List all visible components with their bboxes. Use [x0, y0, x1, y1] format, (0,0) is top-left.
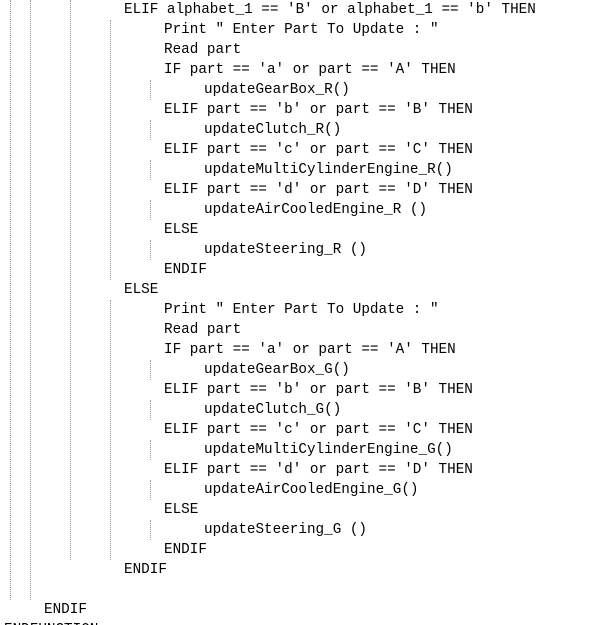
code-line: ELIF alphabet_1 == 'B' or alphabet_1 == …: [124, 2, 536, 18]
code-line: ENDFUNCTION: [4, 620, 98, 625]
indent-guide: [150, 80, 151, 100]
indent-guide: [150, 120, 151, 140]
indent-guide: [70, 0, 71, 560]
code-line: ENDIF: [164, 542, 207, 558]
code-line: ELIF part == 'c' or part == 'C' THEN: [164, 422, 473, 438]
code-line: ELSE: [164, 222, 199, 238]
code-line: IF part == 'a' or part == 'A' THEN: [164, 62, 456, 78]
indent-guide: [10, 0, 11, 600]
code-line: ELIF part == 'd' or part == 'D' THEN: [164, 182, 473, 198]
code-line: ELSE: [124, 282, 159, 298]
code-line: ELIF part == 'b' or part == 'B' THEN: [164, 382, 473, 398]
indent-guide: [30, 0, 31, 600]
indent-guide: [150, 440, 151, 460]
indent-guide: [150, 480, 151, 500]
indent-guide: [150, 520, 151, 540]
indent-guide: [150, 400, 151, 420]
code-line: ENDIF: [124, 562, 167, 578]
indent-guide: [150, 240, 151, 260]
code-line: updateSteering_R (): [204, 242, 368, 258]
code-line: updateGearBox_G(): [204, 362, 350, 378]
code-line: ENDIF: [164, 262, 207, 278]
code-line: ELSE: [164, 502, 199, 518]
code-line: updateSteering_G (): [204, 522, 368, 538]
code-line: updateAirCooledEngine_G(): [204, 482, 419, 498]
indent-guide: [150, 200, 151, 220]
code-line: Print " Enter Part To Update : ": [164, 302, 439, 318]
code-line: Read part: [164, 322, 242, 338]
indent-guide: [110, 300, 111, 560]
indent-guide: [110, 20, 111, 280]
code-editor[interactable]: ELIF alphabet_1 == 'B' or alphabet_1 == …: [0, 0, 606, 625]
code-line: updateAirCooledEngine_R (): [204, 202, 428, 218]
code-line: IF part == 'a' or part == 'A' THEN: [164, 342, 456, 358]
indent-guide: [150, 360, 151, 380]
code-line: updateMultiCylinderEngine_R(): [204, 162, 453, 178]
code-line: ELIF part == 'c' or part == 'C' THEN: [164, 142, 473, 158]
code-line: ELIF part == 'd' or part == 'D' THEN: [164, 462, 473, 478]
code-line: ELIF part == 'b' or part == 'B' THEN: [164, 102, 473, 118]
code-line: Print " Enter Part To Update : ": [164, 22, 439, 38]
code-line: updateGearBox_R(): [204, 82, 350, 98]
code-line: updateClutch_R(): [204, 122, 342, 138]
code-line: updateMultiCylinderEngine_G(): [204, 442, 453, 458]
code-line: ENDIF: [44, 602, 87, 618]
code-line: Read part: [164, 42, 242, 58]
code-line: updateClutch_G(): [204, 402, 342, 418]
indent-guide: [150, 160, 151, 180]
